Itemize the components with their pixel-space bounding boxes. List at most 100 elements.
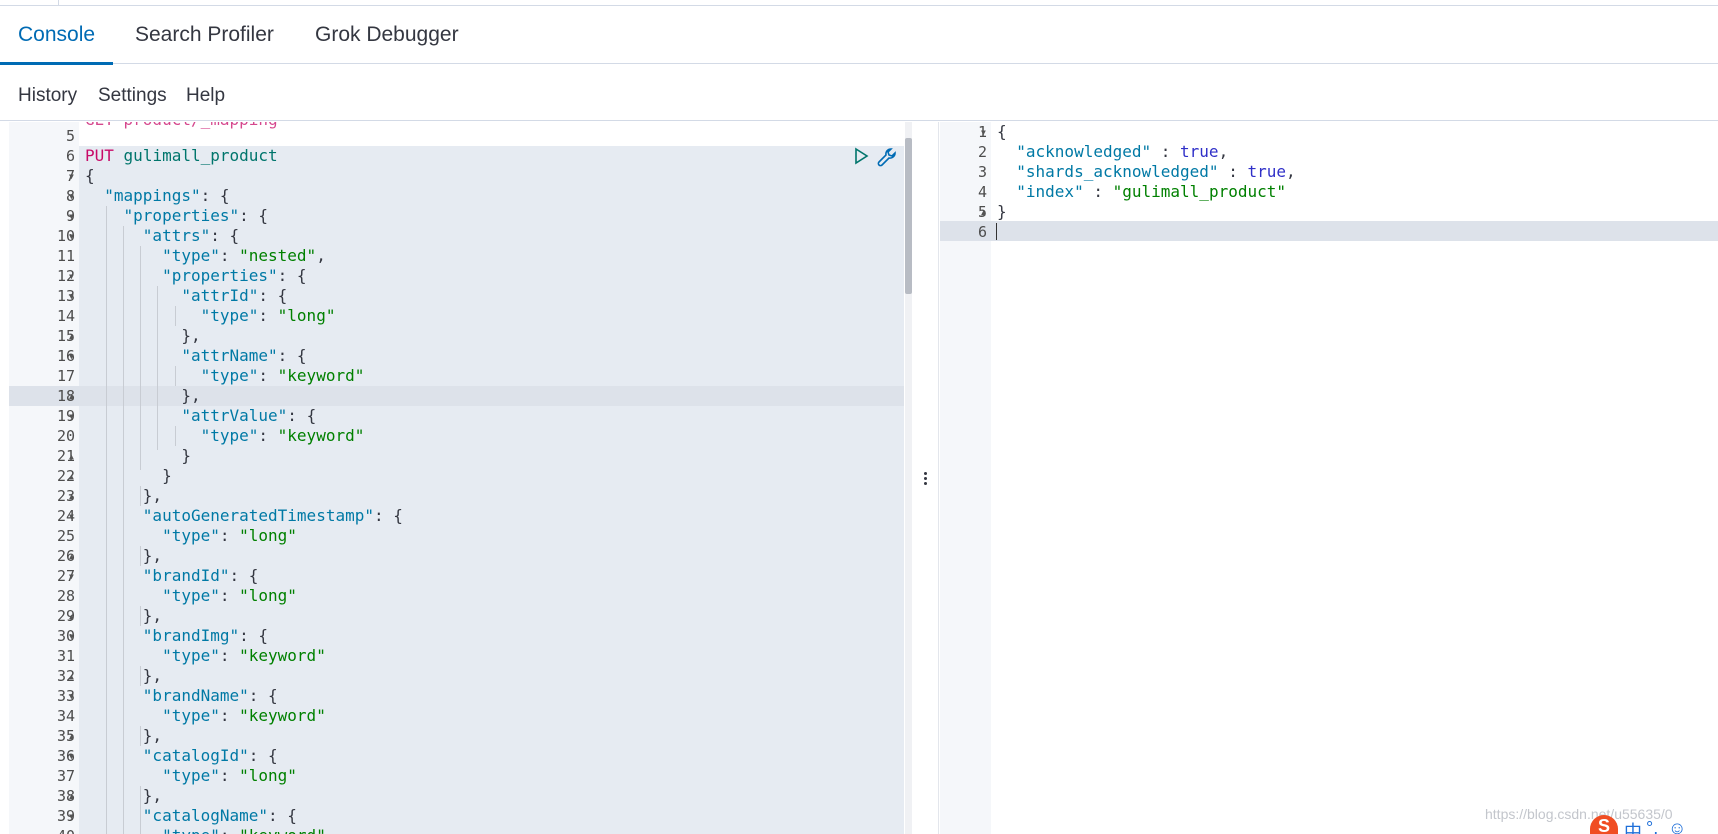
line-number: 8 [65,187,75,205]
code-token: "type" [162,586,220,605]
fold-collapse-icon[interactable]: ▼ [69,572,74,581]
line-number: 7 [65,167,75,185]
code-token: : { [239,206,269,225]
fold-expand-icon[interactable]: ▲ [981,208,986,217]
line-number: 3 [977,163,987,181]
fold-expand-icon[interactable]: ▲ [69,472,74,481]
response-editor[interactable]: 1 ▼ {2 "acknowledged" : true, 3 "shards_ack… [940,122,1718,834]
code-token: "keyword" [239,646,326,665]
indent-guide [175,426,176,446]
punctuation-icon: °, [1646,818,1659,834]
code-token: : [258,426,278,445]
fold-collapse-icon[interactable]: ▼ [69,272,74,281]
code-line: }, [85,326,201,346]
code-token: , [1218,142,1229,161]
wrench-icon[interactable] [876,146,896,167]
fold-expand-icon[interactable]: ▲ [69,792,74,801]
line-number: 12 [56,267,75,285]
fold-collapse-icon[interactable]: ▼ [69,752,74,761]
code-token: : { [258,286,288,305]
line-number: 21 [56,447,75,465]
fold-collapse-icon[interactable]: ▼ [69,232,74,241]
code-token: true [1247,162,1286,181]
code-token: } [997,202,1007,221]
code-line: "brandId": { [85,566,259,586]
fold-collapse-icon[interactable]: ▼ [69,292,74,301]
line-number: 20 [56,427,75,445]
menu-settings[interactable]: Settings [98,85,167,107]
request-editor[interactable]: 5 6 PUT gulimall_product 7 ▼{8 ▼ "mappings": … [9,122,904,834]
code-token: { [85,166,95,185]
line-number: 27 [56,567,75,585]
code-token: : { [248,746,278,765]
line-number: 32 [56,667,75,685]
code-line: "type": "keyword" [85,826,326,834]
fold-collapse-icon[interactable]: ▼ [69,172,74,181]
line-number: 33 [56,687,75,705]
menu-history[interactable]: History [18,85,77,107]
fold-expand-icon[interactable]: ▲ [69,452,74,461]
fold-collapse-icon[interactable]: ▼ [69,512,74,521]
indent-guide [140,726,141,746]
code-token: : { [373,506,403,525]
fold-expand-icon[interactable]: ▲ [69,392,74,401]
fold-collapse-icon[interactable]: ▼ [69,212,74,221]
code-line: "type": "nested", [85,246,326,266]
code-token: : [220,826,239,834]
code-token: : { [268,806,297,825]
vertical-dots-icon[interactable] [920,470,930,490]
code-token: } [85,466,172,485]
code-token: }, [85,386,201,405]
fold-collapse-icon[interactable]: ▼ [69,692,74,701]
fold-collapse-icon[interactable]: ▼ [69,192,74,201]
response-active-line [940,221,1718,241]
line-number: 35 [56,727,75,745]
line-number: 37 [56,767,75,785]
code-token: "gulimall_product" [1112,182,1286,201]
chinese-input-icon: 中 [1624,822,1642,834]
code-token: : [219,526,240,545]
code-token: : [219,246,240,265]
play-icon[interactable] [852,147,872,167]
tab-console[interactable]: Console [0,7,114,65]
code-token: "type" [162,826,220,834]
code-token: "type" [162,526,220,545]
fold-collapse-icon[interactable]: ▼ [981,128,986,137]
line-number: 29 [56,607,75,625]
code-token: "index" [1016,182,1084,201]
tab-grok-debugger[interactable]: Grok Debugger [315,7,459,64]
menu-help[interactable]: Help [186,85,225,107]
code-token: "catalogId" [142,746,249,765]
fold-collapse-icon[interactable]: ▼ [69,412,74,421]
request-scrollbar-thumb[interactable] [905,138,912,294]
fold-expand-icon[interactable]: ▲ [69,672,74,681]
fold-collapse-icon[interactable]: ▼ [69,632,74,641]
fold-expand-icon[interactable]: ▲ [69,492,74,501]
fold-expand-icon[interactable]: ▲ [69,612,74,621]
line-number: 13 [56,287,75,305]
fold-expand-icon[interactable]: ▲ [69,332,74,341]
code-token: }, [85,326,201,345]
line-number: 24 [56,507,75,525]
line-number: 9 [65,207,75,225]
code-line: "catalogName": { [85,806,297,826]
line-number: 26 [56,547,75,565]
code-token: : { [248,686,278,705]
code-token: : { [210,226,240,245]
line-number: 1 [977,123,987,141]
fold-expand-icon[interactable]: ▲ [69,732,74,741]
tab-search-profiler[interactable]: Search Profiler [135,7,274,64]
fold-collapse-icon[interactable]: ▼ [69,812,74,821]
fold-expand-icon[interactable]: ▲ [69,552,74,561]
code-token: "long" [277,306,336,325]
fold-collapse-icon[interactable]: ▼ [69,352,74,361]
code-token: : { [277,346,307,365]
indent-guide [157,286,158,450]
code-line: "type": "long" [85,526,297,546]
